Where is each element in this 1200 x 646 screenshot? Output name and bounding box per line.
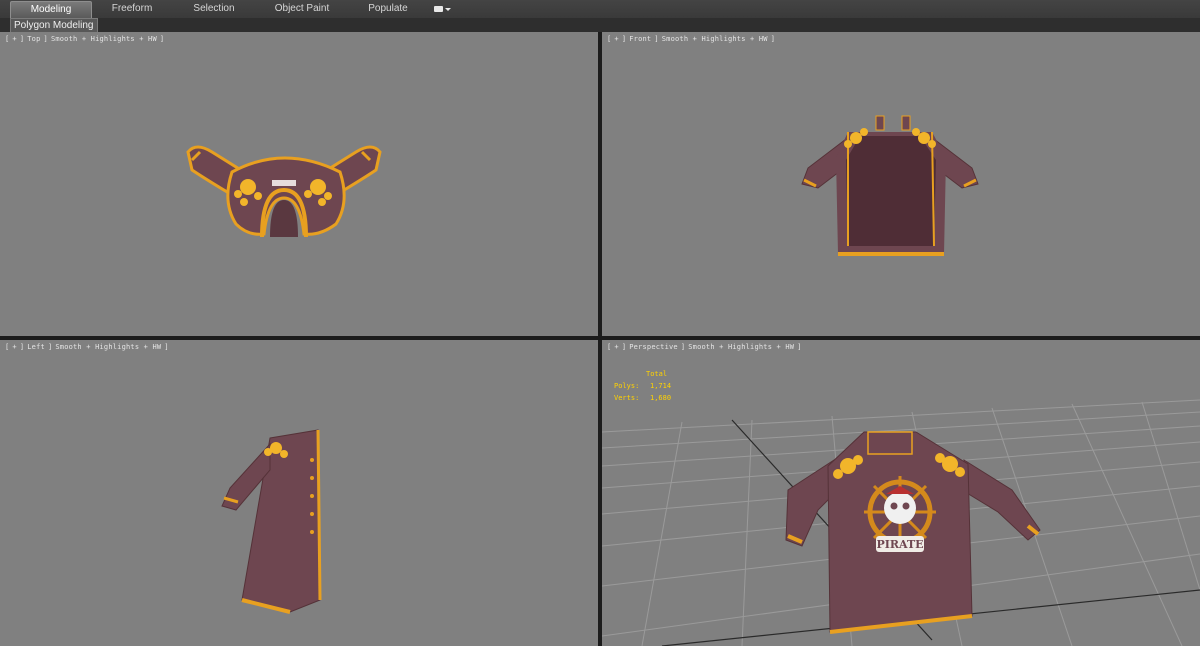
ribbon-display-icon	[434, 6, 443, 12]
viewport-top[interactable]: [+] Top] Smooth + Highlights + HW]	[0, 32, 598, 336]
viewport-front[interactable]: [+] Front] Smooth + Highlights + HW]	[602, 32, 1200, 336]
jacket-model-left	[221, 429, 322, 614]
ribbon-panel-bar: Polygon Modeling	[0, 18, 1200, 33]
command-ribbon: Modeling Freeform Selection Object Paint…	[0, 0, 1200, 19]
tab-object-paint[interactable]: Object Paint	[256, 1, 348, 17]
tab-selection[interactable]: Selection	[172, 1, 256, 17]
polygon-modeling-button[interactable]: Polygon Modeling	[10, 18, 98, 33]
emblem-text: PIRATE	[876, 538, 923, 551]
tab-modeling[interactable]: Modeling	[10, 0, 92, 18]
chevron-down-icon	[445, 7, 451, 11]
tab-populate[interactable]: Populate	[348, 1, 428, 17]
viewport-left[interactable]: [+] Left] Smooth + Highlights + HW]	[0, 340, 598, 646]
jacket-model-front	[801, 115, 979, 256]
ribbon-options-dropdown[interactable]	[434, 3, 456, 15]
viewport-perspective[interactable]: [+] Perspective] Smooth + Highlights + HW]…	[602, 340, 1200, 646]
jacket-model-perspective: PIRATE	[785, 431, 1041, 634]
jacket-model-top	[186, 145, 382, 238]
tab-freeform[interactable]: Freeform	[92, 1, 172, 17]
viewport-layout: [+] Top] Smooth + Highlights + HW] [+] Fron…	[0, 32, 1200, 646]
